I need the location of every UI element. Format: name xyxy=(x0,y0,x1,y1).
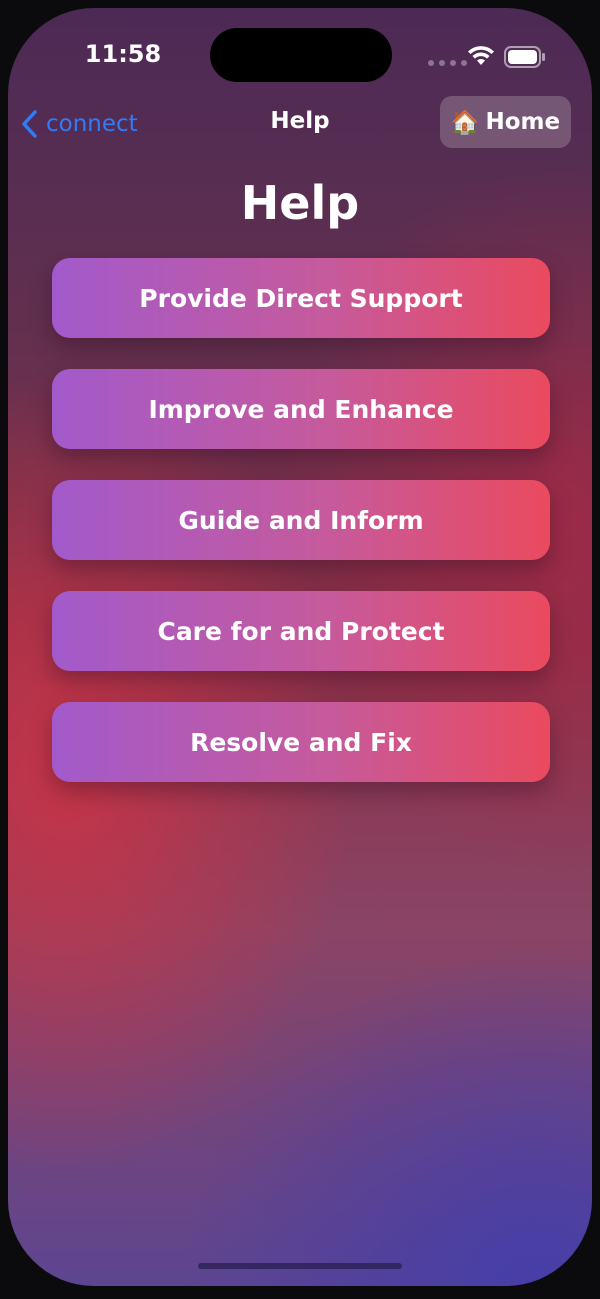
page-title: Help xyxy=(240,176,360,230)
care-for-and-protect-button[interactable]: Care for and Protect xyxy=(52,591,550,671)
house-icon: 🏠 xyxy=(450,109,480,136)
back-button[interactable]: connect xyxy=(20,104,138,144)
resolve-and-fix-button[interactable]: Resolve and Fix xyxy=(52,702,550,782)
home-button-label: Home xyxy=(485,109,561,135)
chevron-left-icon xyxy=(22,110,37,138)
help-menu: Provide Direct Support Improve and Enhan… xyxy=(52,258,550,813)
battery-icon xyxy=(504,46,545,68)
nav-title: Help xyxy=(270,108,330,134)
app-screen: 11:58 connect Help 🏠 Home Help Provide D… xyxy=(8,8,592,1286)
cellular-signal-icon xyxy=(428,60,467,66)
wifi-icon xyxy=(468,46,494,65)
phone-frame: 11:58 connect Help 🏠 Home Help Provide D… xyxy=(0,0,600,1299)
home-indicator[interactable] xyxy=(198,1263,402,1269)
status-time: 11:58 xyxy=(84,40,162,68)
provide-direct-support-button[interactable]: Provide Direct Support xyxy=(52,258,550,338)
dynamic-island xyxy=(210,28,392,82)
guide-and-inform-button[interactable]: Guide and Inform xyxy=(52,480,550,560)
improve-and-enhance-button[interactable]: Improve and Enhance xyxy=(52,369,550,449)
home-button[interactable]: 🏠 Home xyxy=(440,96,571,148)
back-button-label: connect xyxy=(46,111,138,137)
